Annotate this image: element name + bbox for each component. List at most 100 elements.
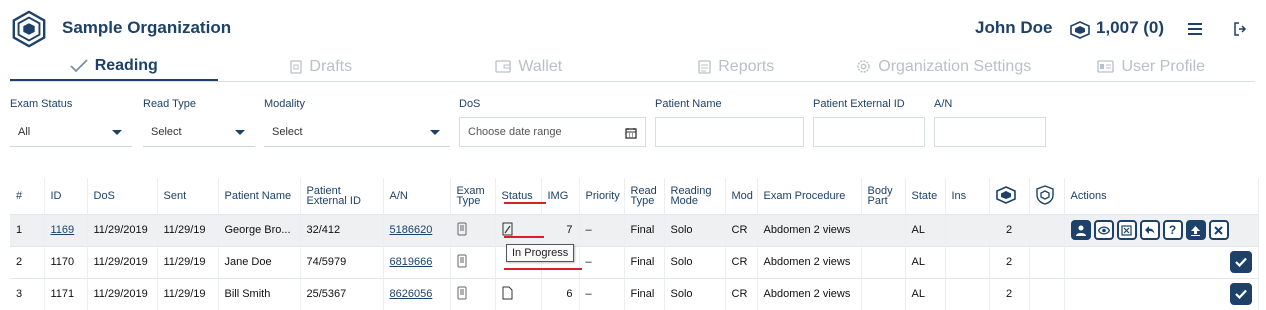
help-button[interactable]: ? [1162, 220, 1183, 240]
col-sent[interactable]: Sent [157, 178, 219, 214]
col-read-type[interactable]: Read Type [624, 178, 665, 214]
dos-date-range-input[interactable]: Choose date range [459, 117, 646, 147]
header-line: Type [456, 194, 481, 207]
table-row[interactable]: 1 1169 11/29/2019 11/29/19 George Bro...… [10, 213, 1259, 246]
cell-sent: 11/29/19 [157, 213, 219, 246]
header-line: Mode [670, 194, 699, 207]
cell-count: 2 [989, 213, 1030, 246]
patient-external-id-label: Patient External ID [813, 98, 905, 110]
col-body-part[interactable]: Body Part [861, 178, 906, 214]
cell-reading-mode: Solo [664, 213, 726, 246]
cell-img: 6 [541, 277, 580, 310]
col-reading-mode[interactable]: Reading Mode [664, 178, 726, 214]
modality-value: Select [272, 125, 303, 138]
cell-shield [1029, 277, 1065, 310]
col-dos[interactable]: DoS [87, 178, 158, 214]
question-icon: ? [1168, 223, 1177, 237]
assign-user-button[interactable] [1070, 220, 1091, 240]
cell-dos: 11/29/2019 [87, 213, 158, 246]
credits-count: 1,007 (0) [1096, 18, 1165, 37]
patient-external-id-input[interactable] [813, 117, 925, 147]
cell-priority: – [579, 213, 625, 246]
shield-icon [1035, 185, 1054, 205]
cell-an[interactable]: 5186620 [383, 213, 451, 246]
read-type-label: Read Type [143, 98, 197, 110]
exam-type-icon [457, 222, 466, 235]
col-state[interactable]: State [905, 178, 946, 214]
col-mod[interactable]: Mod [725, 178, 758, 214]
reject-button[interactable] [1116, 220, 1137, 240]
gear-icon [857, 60, 870, 73]
cell-exam-procedure: Abdomen 2 views [757, 213, 862, 246]
credits-icon [1070, 21, 1090, 39]
upload-button[interactable] [1185, 220, 1206, 240]
checkmark-icon [1234, 257, 1247, 267]
return-button[interactable] [1139, 220, 1160, 240]
checkmark-icon [70, 58, 88, 72]
tab-drafts[interactable]: Drafts [218, 52, 426, 81]
an-input[interactable] [934, 117, 1046, 147]
patient-name-input[interactable] [655, 117, 804, 147]
cell-patient-external-id: 25/5367 [300, 277, 384, 310]
cell-patient-external-id: 32/412 [300, 213, 384, 246]
col-actions: Actions [1064, 178, 1259, 214]
col-priority[interactable]: Priority [579, 178, 625, 214]
exams-table: # ID DoS Sent Patient Name Patient Extern… [10, 178, 1259, 310]
tab-wallet[interactable]: Wallet [425, 52, 633, 81]
accept-button[interactable] [1229, 283, 1252, 306]
cell-state: AL [905, 277, 946, 310]
tab-user-profile[interactable]: User Profile [1048, 52, 1256, 81]
cell-an[interactable]: 8626056 [383, 277, 451, 310]
view-button[interactable] [1093, 220, 1114, 240]
tab-reports[interactable]: Reports [633, 52, 841, 81]
col-id[interactable]: ID [44, 178, 88, 214]
an-link[interactable]: 5186620 [390, 224, 433, 236]
col-an[interactable]: A/N [383, 178, 451, 214]
tab-reading[interactable]: Reading [10, 52, 218, 81]
table-row[interactable]: 2 1170 11/29/2019 11/29/19 Jane Doe 74/5… [10, 245, 1259, 278]
read-type-select[interactable]: Select [143, 117, 255, 147]
hamburger-menu-icon[interactable] [1187, 21, 1203, 37]
user-name[interactable]: John Doe [975, 18, 1052, 38]
tab-organization-settings[interactable]: Organization Settings [840, 52, 1048, 81]
col-img[interactable]: IMG [541, 178, 580, 214]
col-credits[interactable] [989, 178, 1030, 214]
col-ins[interactable]: Ins [945, 178, 990, 214]
col-exam-type[interactable]: Exam Type [450, 178, 496, 214]
col-patient-name[interactable]: Patient Name [218, 178, 301, 214]
modality-select[interactable]: Select [264, 117, 450, 147]
an-link[interactable]: 8626056 [390, 288, 433, 300]
cell-sent: 11/29/19 [157, 245, 219, 278]
eye-icon [1097, 225, 1110, 235]
col-num: # [10, 178, 45, 214]
an-link[interactable]: 6819666 [390, 256, 433, 268]
org-logo-icon [12, 10, 46, 48]
tab-label: Reading [94, 56, 158, 74]
cell-shield [1029, 245, 1065, 278]
col-patient-external-id[interactable]: Patient External ID [300, 178, 384, 214]
accept-button[interactable] [1229, 251, 1252, 273]
cell-dos: 11/29/2019 [87, 277, 158, 310]
calendar-icon[interactable] [625, 127, 637, 139]
modality-label: Modality [264, 98, 305, 110]
exam-status-select[interactable]: All [10, 117, 132, 147]
col-exam-procedure[interactable]: Exam Procedure [757, 178, 862, 214]
cell-read-type: Final [624, 213, 665, 246]
annotation-underline [504, 236, 544, 238]
cell-an[interactable]: 6819666 [383, 245, 451, 278]
row-actions: ? [1070, 220, 1252, 240]
exam-id-link[interactable]: 1169 [51, 224, 75, 236]
close-button[interactable] [1208, 220, 1229, 240]
in-progress-icon[interactable] [502, 222, 513, 236]
cell-patient-name: Bill Smith [218, 277, 301, 310]
document-icon[interactable] [502, 286, 513, 300]
cell-read-type: Final [624, 245, 665, 278]
exam-type-icon [457, 254, 466, 267]
cell-id: 1170 [44, 245, 88, 278]
col-shield[interactable] [1029, 178, 1065, 214]
table-row[interactable]: 3 1171 11/29/2019 11/29/19 Bill Smith 25… [10, 277, 1259, 310]
col-status[interactable]: Status [495, 178, 542, 214]
header-line: Type [630, 194, 655, 207]
cell-id[interactable]: 1169 [44, 213, 88, 246]
logout-icon[interactable] [1233, 21, 1249, 37]
